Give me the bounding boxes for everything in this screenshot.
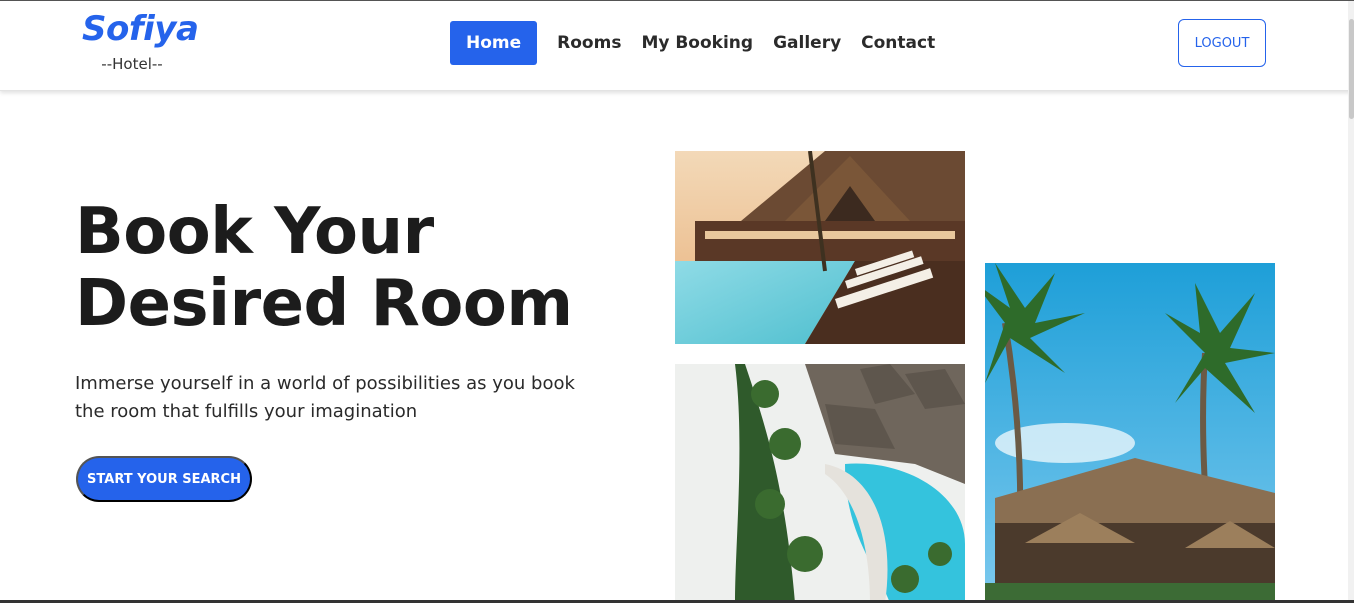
brand-name: Sofiya (82, 9, 199, 49)
scrollbar-thumb[interactable] (1349, 19, 1354, 119)
site-header: Sofiya --Hotel-- Home Rooms My Booking G… (0, 1, 1354, 91)
resort-pool-deck-photo (675, 151, 965, 344)
nav-item-contact[interactable]: Contact (861, 21, 935, 65)
nav-item-rooms[interactable]: Rooms (557, 21, 621, 65)
nav-item-my-booking[interactable]: My Booking (641, 21, 753, 65)
start-search-button[interactable]: START YOUR SEARCH (76, 456, 252, 502)
nav-item-gallery[interactable]: Gallery (773, 21, 841, 65)
aerial-resort-pool-photo (675, 364, 965, 603)
hero-title: Book Your Desired Room (75, 196, 635, 340)
nav-item-home[interactable]: Home (450, 21, 538, 65)
palm-trees-huts-photo (985, 263, 1275, 603)
brand-logo[interactable]: Sofiya --Hotel-- (82, 9, 199, 73)
hero-title-line2: Desired Room (75, 267, 573, 341)
brand-subtitle: --Hotel-- (101, 55, 163, 73)
logout-button[interactable]: LOGOUT (1178, 19, 1266, 67)
page-scrollbar[interactable] (1348, 1, 1354, 603)
hero-description: Immerse yourself in a world of possibili… (75, 373, 575, 422)
hero-title-line1: Book Your (75, 195, 434, 269)
main-nav: Home Rooms My Booking Gallery Contact (450, 21, 955, 65)
